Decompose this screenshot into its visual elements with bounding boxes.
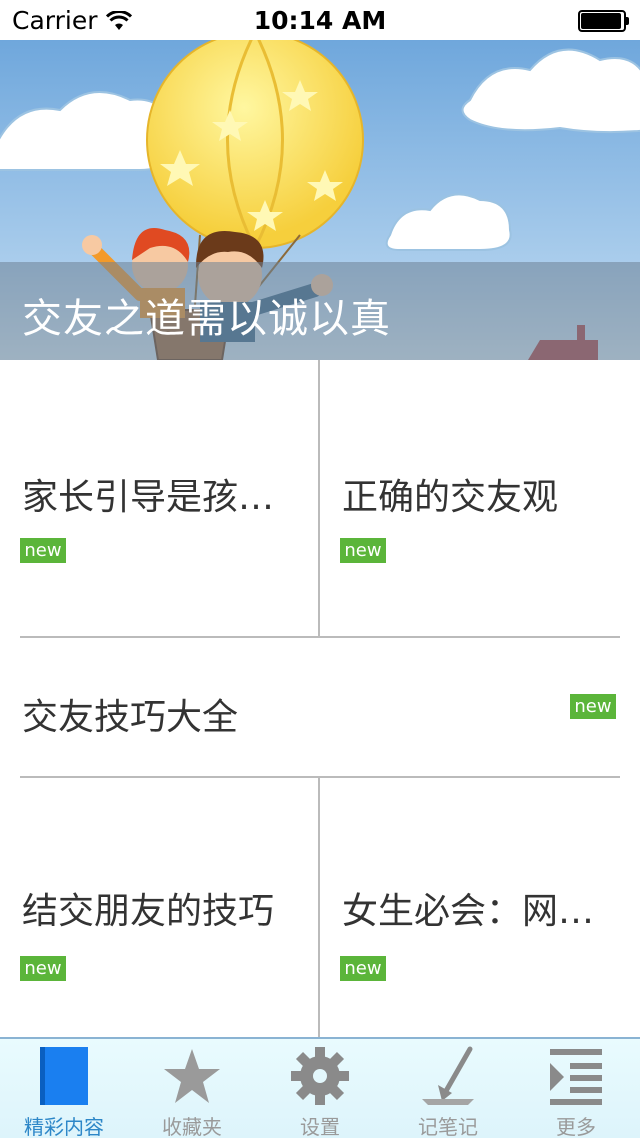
article-cell[interactable]: 家长引导是孩… new (0, 360, 318, 636)
grid-divider (20, 636, 620, 638)
new-badge: new (340, 956, 386, 981)
tab-favorites[interactable]: 收藏夹 (128, 1039, 256, 1139)
article-title: 结交朋友的技巧 (22, 891, 275, 932)
new-badge: new (570, 694, 616, 719)
new-badge: new (340, 538, 386, 563)
tab-featured[interactable]: 精彩内容 (0, 1039, 128, 1139)
grid-divider (318, 360, 320, 636)
gear-icon (291, 1047, 349, 1105)
tab-bar: 精彩内容 收藏夹 设置 记笔记 更多 (0, 1037, 640, 1139)
pen-icon (422, 1046, 474, 1105)
tab-notes[interactable]: 记笔记 (384, 1039, 512, 1139)
article-cell[interactable]: 女生必会：网… new (320, 778, 640, 1037)
article-cell[interactable]: 结交朋友的技巧 new (0, 778, 318, 1037)
battery-icon (578, 10, 629, 32)
status-bar: Carrier 10:14 AM (0, 0, 640, 40)
article-cell[interactable]: 交友技巧大全 new (0, 638, 640, 776)
article-title: 交友技巧大全 (22, 697, 239, 738)
article-title: 正确的交友观 (342, 477, 559, 518)
tab-more[interactable]: 更多 (512, 1039, 640, 1139)
article-cell[interactable]: 正确的交友观 new (320, 360, 640, 636)
banner[interactable]: 交友之道需以诚以真 (0, 40, 640, 360)
grid-divider (20, 776, 620, 778)
grid-divider (318, 778, 320, 1037)
status-time: 10:14 AM (253, 6, 387, 35)
star-icon (164, 1049, 220, 1103)
tab-settings[interactable]: 设置 (256, 1039, 384, 1139)
new-badge: new (20, 538, 66, 563)
new-badge: new (20, 956, 66, 981)
article-title: 家长引导是孩… (22, 477, 275, 518)
banner-title: 交友之道需以诚以真 (22, 296, 391, 342)
article-title: 女生必会：网… (342, 891, 595, 932)
book-icon (40, 1047, 88, 1105)
list-icon (550, 1049, 602, 1105)
